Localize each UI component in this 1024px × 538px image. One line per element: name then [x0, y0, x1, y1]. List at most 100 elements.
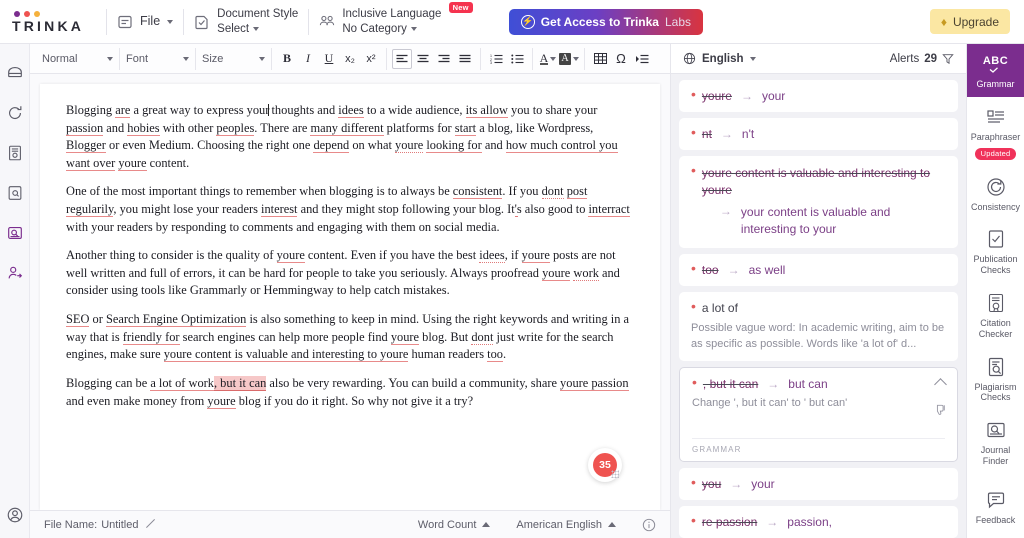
- underlined-error-text[interactable]: idees: [338, 103, 364, 118]
- tool-item-citation-checker[interactable]: Citation Checker: [967, 283, 1024, 347]
- underlined-error-text[interactable]: many different: [310, 120, 384, 136]
- inclusive-language-menu[interactable]: Inclusive Language New No Category: [319, 2, 473, 36]
- tool-item-consistency[interactable]: Consistency: [967, 167, 1024, 220]
- word-count-button[interactable]: Word Count: [418, 519, 491, 531]
- underlined-error-text[interactable]: youre: [276, 248, 305, 264]
- archive-icon[interactable]: [6, 64, 24, 82]
- suggestion-card-list[interactable]: • youre → your • nt → n't • youre content is valu…: [671, 74, 966, 538]
- info-button[interactable]: [642, 518, 656, 532]
- underlined-error-text[interactable]: youre: [521, 248, 550, 264]
- underlined-error-text[interactable]: friendly for: [122, 329, 180, 345]
- tool-item-grammar[interactable]: ABC Grammar: [966, 44, 1024, 97]
- underlined-error-text[interactable]: peoples: [216, 120, 255, 136]
- align-right-button[interactable]: [434, 49, 454, 69]
- language-select[interactable]: American English: [516, 519, 616, 531]
- text-color-button[interactable]: A: [538, 49, 558, 69]
- underlined-error-text[interactable]: youre: [118, 155, 147, 171]
- suggestion-card[interactable]: • nt → n't: [679, 118, 958, 150]
- align-left-button[interactable]: [392, 48, 412, 69]
- suggestion-card[interactable]: • , but it can → but can Change ', but it ca…: [679, 367, 958, 463]
- suggestion-card[interactable]: • too → as well: [679, 253, 958, 286]
- panel-language-select[interactable]: English: [683, 52, 756, 65]
- tool-item-publication-checks[interactable]: Publication Checks: [967, 219, 1024, 283]
- highlighted-error-text[interactable]: , but it can: [213, 375, 267, 391]
- suggestion-card[interactable]: • re passion → passion,: [679, 506, 958, 538]
- underlined-error-text[interactable]: post: [566, 184, 588, 200]
- highlight-color-button[interactable]: A: [559, 49, 579, 69]
- align-center-button[interactable]: [413, 49, 433, 69]
- drag-handle-icon[interactable]: [611, 470, 619, 478]
- brand-logo[interactable]: TRINKA: [0, 10, 96, 33]
- indent-button[interactable]: [632, 49, 652, 69]
- tool-item-paraphraser[interactable]: Paraphraser Updated: [967, 97, 1024, 167]
- underlined-error-text[interactable]: ': [514, 202, 517, 218]
- underlined-error-text[interactable]: youre content is valuable and interestin…: [163, 347, 409, 363]
- document-paragraph[interactable]: SEO or Search Engine Optimization is als…: [66, 311, 634, 364]
- special-character-button[interactable]: Ω: [611, 49, 631, 69]
- underlined-error-text[interactable]: too: [487, 347, 504, 363]
- ordered-list-button[interactable]: 123: [486, 49, 506, 69]
- alerts-filter[interactable]: Alerts 29: [890, 53, 954, 65]
- table-button[interactable]: [590, 49, 610, 69]
- underlined-error-text[interactable]: interract: [588, 202, 630, 218]
- edit-pencil-icon[interactable]: [145, 518, 156, 532]
- italic-button[interactable]: I: [298, 49, 318, 69]
- underlined-error-text[interactable]: its allow: [465, 103, 508, 118]
- document-paragraph[interactable]: Blogging can be a lot of work, but it ca…: [66, 375, 634, 410]
- suggested-text[interactable]: n't: [742, 127, 754, 141]
- document-paragraph[interactable]: Another thing to consider is the quality…: [66, 247, 634, 300]
- certificate-icon[interactable]: [6, 144, 24, 162]
- underlined-error-text[interactable]: looking for: [426, 138, 482, 154]
- unordered-list-button[interactable]: [507, 49, 527, 69]
- underlined-error-text[interactable]: passion: [66, 120, 104, 136]
- suggestion-card[interactable]: • you → your: [679, 468, 958, 501]
- underlined-error-text[interactable]: idees: [479, 248, 505, 264]
- suggestion-card[interactable]: • youre → your: [679, 80, 958, 112]
- suggested-text[interactable]: your content is valuable and interesting…: [741, 204, 946, 239]
- superscript-button[interactable]: x²: [361, 49, 381, 69]
- feedback-button[interactable]: Feedback: [967, 480, 1024, 538]
- document-style-menu[interactable]: Document Style Select: [194, 7, 298, 36]
- journal-search-icon[interactable]: [6, 224, 24, 242]
- underlined-error-text[interactable]: depend: [313, 138, 350, 154]
- underlined-error-text[interactable]: consistent: [452, 184, 503, 200]
- underlined-error-text[interactable]: youre: [395, 138, 424, 154]
- underlined-error-text[interactable]: youre: [390, 329, 420, 345]
- suggestion-card[interactable]: • a lot of Possible vague word: In academi…: [679, 291, 958, 362]
- refresh-icon[interactable]: [6, 104, 24, 122]
- document-paragraph[interactable]: Blogging are a great way to express your…: [66, 102, 634, 172]
- document-paragraph[interactable]: One of the most important things to reme…: [66, 183, 634, 236]
- document-search-icon[interactable]: [6, 184, 24, 202]
- tool-item-journal-finder[interactable]: Journal Finder: [967, 410, 1024, 474]
- document-page[interactable]: Blogging are a great way to express your…: [40, 84, 660, 510]
- align-justify-button[interactable]: [455, 49, 475, 69]
- suggestions-fab[interactable]: 35: [588, 448, 622, 482]
- underlined-error-text[interactable]: hobies: [127, 120, 160, 136]
- paragraph-style-select[interactable]: Normal: [36, 47, 120, 70]
- bold-button[interactable]: B: [277, 49, 297, 69]
- underlined-error-text[interactable]: work: [573, 265, 599, 281]
- underlined-error-text[interactable]: youre passion: [560, 375, 629, 391]
- suggested-text[interactable]: but can: [788, 377, 827, 391]
- underlined-error-text[interactable]: are: [115, 103, 131, 118]
- get-access-trinka-labs-button[interactable]: ⚡ Get Access to Trinka Labs: [508, 8, 703, 35]
- user-add-icon[interactable]: [6, 264, 24, 282]
- thumbs-down-icon[interactable]: [934, 404, 946, 419]
- suggestion-card[interactable]: • youre content is valuable and interesti…: [679, 156, 958, 248]
- underline-button[interactable]: U: [319, 49, 339, 69]
- upgrade-button[interactable]: ♦ Upgrade: [929, 9, 1010, 34]
- underlined-error-text[interactable]: start: [454, 120, 477, 136]
- tool-item-plagiarism-checks[interactable]: Plagiarism Checks: [967, 347, 1024, 411]
- size-select[interactable]: Size: [196, 47, 272, 70]
- account-icon[interactable]: [6, 506, 24, 524]
- underlined-error-text[interactable]: Search Engine Optimization: [105, 312, 247, 328]
- underlined-error-text[interactable]: Blogger: [66, 138, 106, 154]
- underlined-error-text[interactable]: youre: [542, 265, 571, 281]
- suggested-text[interactable]: passion,: [787, 515, 832, 529]
- underlined-error-text[interactable]: youre: [207, 393, 236, 409]
- underlined-error-text[interactable]: interest: [261, 202, 298, 218]
- underlined-error-text[interactable]: regularily: [66, 202, 114, 218]
- underlined-error-text[interactable]: SEO: [66, 312, 90, 328]
- underlined-error-text[interactable]: a lot of work: [150, 375, 214, 391]
- suggested-text[interactable]: as well: [749, 263, 786, 277]
